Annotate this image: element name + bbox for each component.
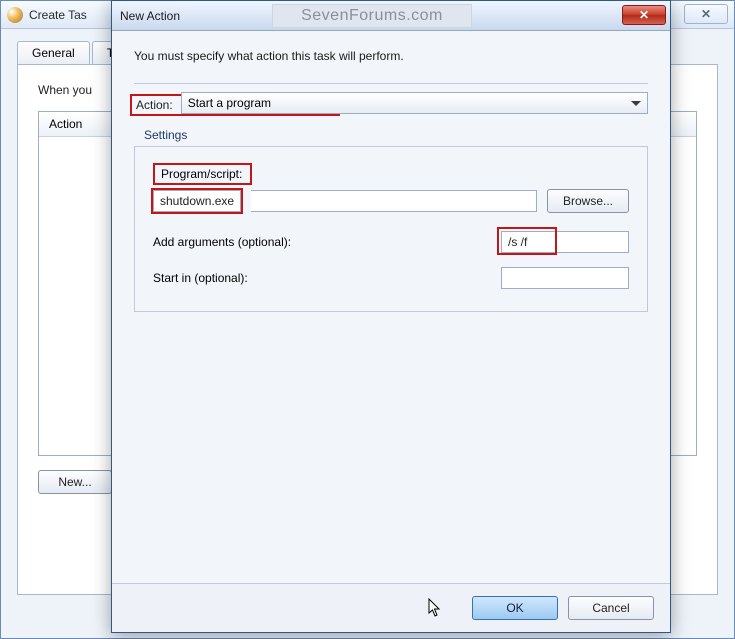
close-icon: ✕ bbox=[639, 8, 649, 22]
dialog-footer: OK Cancel bbox=[112, 583, 670, 632]
program-script-label: Program/script: bbox=[161, 167, 242, 181]
ok-button[interactable]: OK bbox=[472, 596, 558, 620]
chevron-down-icon bbox=[631, 101, 641, 106]
watermark: SevenForums.com bbox=[272, 4, 472, 28]
arguments-label: Add arguments (optional): bbox=[153, 235, 291, 249]
close-button-bg[interactable]: ✕ bbox=[684, 4, 728, 24]
mouse-cursor-icon bbox=[428, 598, 442, 618]
instruction-text: You must specify what action this task w… bbox=[134, 49, 648, 63]
new-action-button-bg[interactable]: New... bbox=[38, 470, 112, 494]
program-script-input[interactable]: shutdown.exe bbox=[153, 190, 241, 212]
new-action-dialog: New Action ✕ You must specify what actio… bbox=[111, 0, 671, 633]
startin-input[interactable] bbox=[501, 267, 629, 289]
action-select-value: Start a program bbox=[188, 96, 271, 110]
close-button[interactable]: ✕ bbox=[622, 5, 666, 25]
new-action-title: New Action bbox=[120, 9, 180, 23]
settings-group-label: Settings bbox=[144, 128, 648, 142]
close-icon: ✕ bbox=[701, 7, 711, 21]
create-task-title: Create Tas bbox=[29, 8, 87, 22]
startin-label: Start in (optional): bbox=[153, 271, 248, 285]
dialog-content: You must specify what action this task w… bbox=[112, 31, 670, 583]
separator bbox=[134, 83, 648, 84]
settings-group: Program/script: shutdown.exe Browse... A… bbox=[134, 146, 648, 312]
task-scheduler-icon bbox=[7, 7, 23, 23]
cancel-button[interactable]: Cancel bbox=[568, 596, 654, 620]
browse-button[interactable]: Browse... bbox=[547, 189, 629, 213]
arguments-input[interactable]: /s /f bbox=[501, 231, 629, 253]
action-select[interactable]: Start a program bbox=[181, 92, 648, 114]
program-script-input-rest[interactable] bbox=[251, 190, 537, 212]
tab-general[interactable]: General bbox=[17, 41, 90, 64]
action-label: Action: bbox=[136, 98, 173, 112]
